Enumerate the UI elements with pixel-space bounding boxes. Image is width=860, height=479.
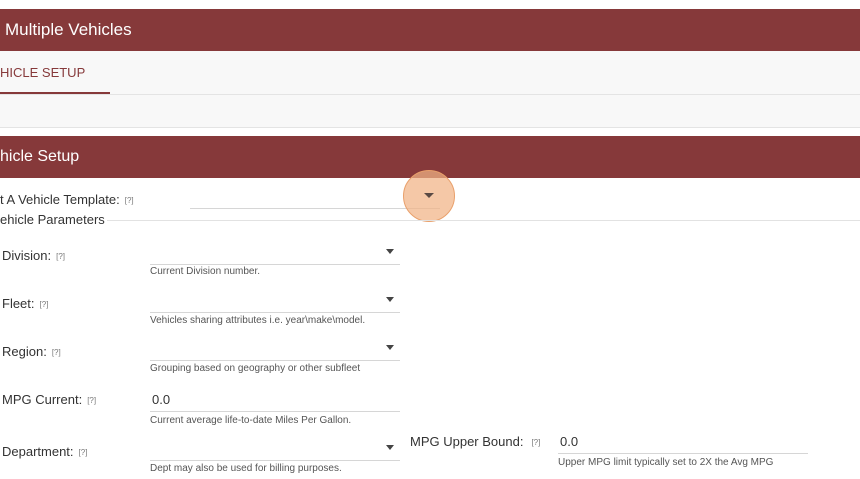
division-label: Division: [?] <box>2 248 66 263</box>
toolbar-band <box>0 95 860 128</box>
help-icon[interactable]: [?] <box>79 448 88 457</box>
chevron-down-icon[interactable] <box>424 193 434 198</box>
chevron-down-icon[interactable] <box>386 445 394 450</box>
division-hint: Current Division number. <box>150 266 261 277</box>
template-select[interactable] <box>190 208 440 209</box>
fleet-label: Fleet: [?] <box>2 296 49 311</box>
help-icon[interactable]: [?] <box>125 196 134 205</box>
department-select[interactable] <box>150 460 400 461</box>
page-title-bar: Multiple Vehicles <box>0 9 860 51</box>
fleet-select[interactable] <box>150 312 400 313</box>
divider <box>0 220 860 221</box>
help-icon[interactable]: [?] <box>87 396 96 405</box>
chevron-down-icon[interactable] <box>386 249 394 254</box>
mpg-upper-hint: Upper MPG limit typically set to 2X the … <box>558 457 774 468</box>
section-title: hicle Setup <box>0 148 80 165</box>
mpg-current-hint: Current average life-to-date Miles Per G… <box>150 415 352 426</box>
mpg-upper-underline <box>558 453 808 454</box>
mpg-current-input[interactable]: 0.0 <box>152 392 170 407</box>
chevron-down-icon[interactable] <box>386 345 394 350</box>
help-icon[interactable]: [?] <box>52 348 61 357</box>
mpg-current-underline <box>150 411 400 412</box>
region-select[interactable] <box>150 360 400 361</box>
chevron-down-icon[interactable] <box>386 297 394 302</box>
division-select[interactable] <box>150 264 400 265</box>
page-title: Multiple Vehicles <box>5 20 132 39</box>
mpg-current-label: MPG Current: [?] <box>2 392 97 407</box>
help-icon[interactable]: [?] <box>40 300 49 309</box>
region-label: Region: [?] <box>2 344 61 359</box>
region-hint: Grouping based on geography or other sub… <box>150 363 361 374</box>
department-hint: Dept may also be used for billing purpos… <box>150 463 342 474</box>
department-label: Department: [?] <box>2 444 88 459</box>
fleet-hint: Vehicles sharing attributes i.e. year\ma… <box>150 315 366 326</box>
group-title: ehicle Parameters <box>0 212 107 227</box>
mpg-upper-label: MPG Upper Bound: [?] <box>410 434 541 449</box>
tab-bar: HICLE SETUP <box>0 51 860 95</box>
mpg-upper-input[interactable]: 0.0 <box>560 434 578 449</box>
tab-label: HICLE SETUP <box>0 65 86 80</box>
help-icon[interactable]: [?] <box>531 438 540 447</box>
template-label: t A Vehicle Template: [?] <box>0 192 134 207</box>
help-icon[interactable]: [?] <box>56 252 65 261</box>
tab-vehicle-setup[interactable]: HICLE SETUP <box>0 51 110 94</box>
